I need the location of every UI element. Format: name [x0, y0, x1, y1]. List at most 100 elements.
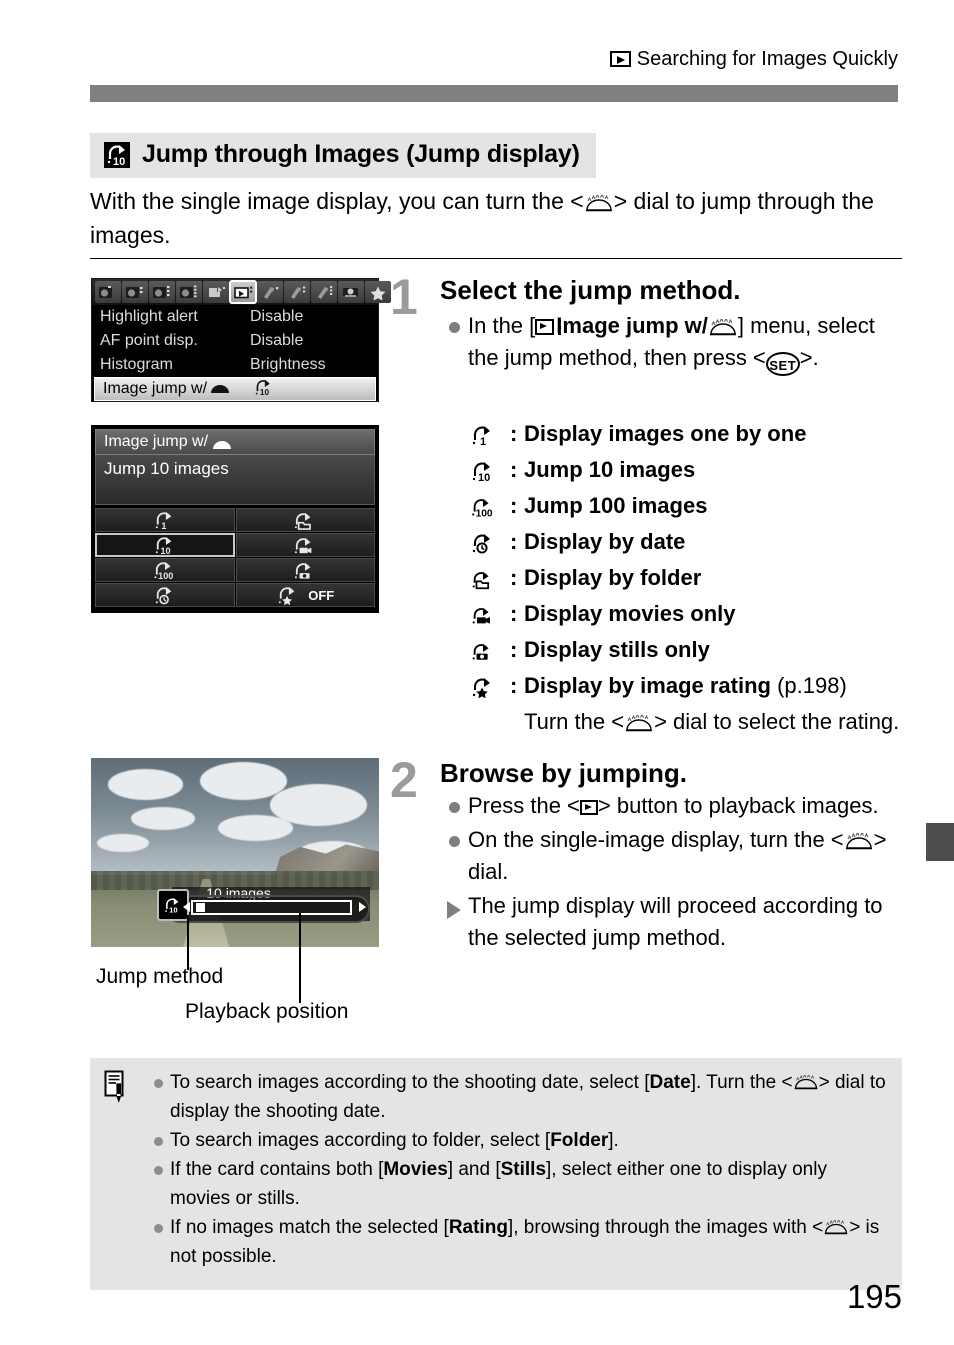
playback-button-icon: [579, 800, 598, 815]
jump-method-item: : Display by folder: [470, 562, 910, 598]
note-dot-icon: [146, 1068, 170, 1126]
main-dial-icon: [624, 709, 654, 732]
jump-method-colon: :: [510, 493, 518, 518]
jump-date-icon: [470, 526, 510, 562]
jump-folder-icon: [470, 562, 510, 598]
page-number: 195: [846, 1278, 902, 1315]
jump-method-item: : Display by date: [470, 526, 910, 562]
note-dot-icon: [146, 1155, 170, 1213]
jump-method-leader: [187, 915, 189, 970]
jump-1-icon: 1: [470, 418, 510, 454]
note-box: To search images according to the shooti…: [90, 1058, 902, 1290]
svg-text:10: 10: [260, 388, 270, 396]
menu-row[interactable]: Histogram Brightness: [92, 353, 378, 377]
jump-option-movies[interactable]: [235, 533, 375, 557]
jump-overlay: 10 images 10: [157, 885, 371, 923]
jump-movies-icon: [470, 598, 510, 634]
bullet-text: The jump display will proceed according …: [468, 893, 883, 950]
menu-row-value-icon: 10: [253, 378, 275, 401]
playback-position-track[interactable]: [191, 899, 353, 915]
jump-option-1-image[interactable]: 1: [95, 508, 235, 532]
jump-rating-icon: [470, 670, 510, 706]
jump-method-list: 1 : Display images one by one 10 : Jump …: [470, 418, 910, 737]
bullet-dot-icon: [440, 310, 468, 376]
note-item: To search images according to folder, se…: [146, 1126, 888, 1155]
jump-method-label-text: Display by image rating: [524, 673, 771, 698]
playback-menu-icon: [535, 319, 562, 335]
jump-option-10-images[interactable]: 10: [95, 533, 235, 557]
jump-rating-subtext: Turn the < > dial to select the rating.: [524, 706, 910, 737]
note-item: To search images according to the shooti…: [146, 1068, 888, 1126]
jump-option-rating-value: OFF: [308, 587, 335, 603]
note-pencil-icon: [104, 1070, 130, 1109]
note-list: To search images according to the shooti…: [146, 1068, 888, 1271]
svg-text:10: 10: [169, 905, 178, 913]
jump-next-arrow-icon[interactable]: [359, 901, 367, 912]
jump-option-folder[interactable]: [235, 508, 375, 532]
jump-method-label: Jump 10 images: [524, 457, 696, 482]
cloud: [217, 814, 293, 842]
menu-tab-row: [92, 279, 391, 305]
jump-method-colon: :: [510, 529, 518, 554]
menu-row-label: Highlight alert: [100, 308, 198, 325]
jump-method-label: Display images one by one: [524, 421, 807, 446]
jump-option-date[interactable]: [95, 583, 235, 607]
menu-row-value: Disable: [250, 308, 304, 325]
jump-option-stills[interactable]: [235, 558, 375, 582]
bullet-item: On the single-image display, turn the < >…: [440, 824, 905, 888]
note-text: To search images according to folder, se…: [170, 1130, 619, 1151]
jump-option-rating[interactable]: OFF: [235, 583, 375, 607]
jump-options-screenshot: Image jump w/ Jump 10 images 1 10 100 OF…: [91, 425, 379, 613]
cloud: [131, 807, 195, 830]
note-text: If no images match the selected [Rating]…: [170, 1215, 880, 1267]
jump-10-icon: 10: [104, 141, 130, 168]
playback-position-leader: [299, 913, 301, 1003]
jump-method-item: 10 : Jump 10 images: [470, 454, 910, 490]
header-title: Searching for Images Quickly: [636, 48, 898, 71]
step-1-number: 1: [390, 269, 418, 325]
setup-tab-2-icon: [284, 281, 310, 303]
jump-prev-arrow-icon[interactable]: [183, 901, 191, 912]
svg-text:100: 100: [476, 508, 493, 518]
shooting-tab-2-icon: [122, 281, 148, 303]
jump-current-value: Jump 10 images: [95, 455, 375, 505]
menu-row-image-jump[interactable]: Image jump w/ 10: [94, 377, 376, 401]
menu-row-value: Disable: [250, 332, 304, 349]
jump-stills-icon: [470, 634, 510, 670]
jump-rating-subtext-post: > dial to select the rating.: [654, 709, 900, 734]
my-menu-tab-icon: [365, 281, 391, 303]
step-1-bullets: In the [Image jump w/] menu, select the …: [440, 310, 905, 378]
menu-row-label: Image jump w/: [103, 380, 253, 398]
jump-options-title-text: Image jump w/: [104, 433, 209, 450]
shooting-tab-4-icon: [176, 281, 202, 303]
playback-position-thumb[interactable]: [196, 902, 206, 912]
jump-method-item: 100 : Jump 100 images: [470, 490, 910, 526]
section-title: Jump through Images (Jump display): [142, 140, 580, 168]
shooting-tab-1-icon: [95, 281, 121, 303]
jump-method-label: Display by image rating (p.198): [524, 670, 847, 701]
jump-method-item: : Display stills only: [470, 634, 910, 670]
intro-paragraph: With the single image display, you can t…: [90, 184, 902, 252]
svg-text:1: 1: [480, 436, 486, 446]
note-text: To search images according to the shooti…: [170, 1072, 886, 1122]
svg-text:10: 10: [478, 472, 490, 482]
main-dial-icon: [211, 437, 233, 449]
playback-tab-2-icon[interactable]: [229, 280, 257, 304]
jump-option-100-images[interactable]: 100: [95, 558, 235, 582]
menu-row[interactable]: AF point disp. Disable: [92, 329, 378, 353]
menu-row-label: Histogram: [100, 356, 173, 373]
shooting-tab-3-icon: [149, 281, 175, 303]
jump-method-colon: :: [510, 637, 518, 662]
step-2-bullets: Press the < > button to playback images. …: [440, 790, 905, 956]
step-2-title: Browse by jumping.: [440, 758, 688, 788]
svg-text:100: 100: [158, 571, 173, 580]
bullet-item: In the [Image jump w/] menu, select the …: [440, 310, 905, 376]
bullet-text: Press the < > button to playback images.: [468, 793, 879, 818]
note-text: If the card contains both [Movies] and […: [170, 1159, 827, 1209]
jump-10-icon: 10: [470, 454, 510, 490]
menu-row[interactable]: Highlight alert Disable: [92, 305, 378, 329]
result-triangle-icon: [440, 890, 468, 954]
main-dial-icon: [584, 187, 614, 212]
main-dial-icon: [823, 1215, 849, 1235]
note-dot-icon: [146, 1126, 170, 1155]
